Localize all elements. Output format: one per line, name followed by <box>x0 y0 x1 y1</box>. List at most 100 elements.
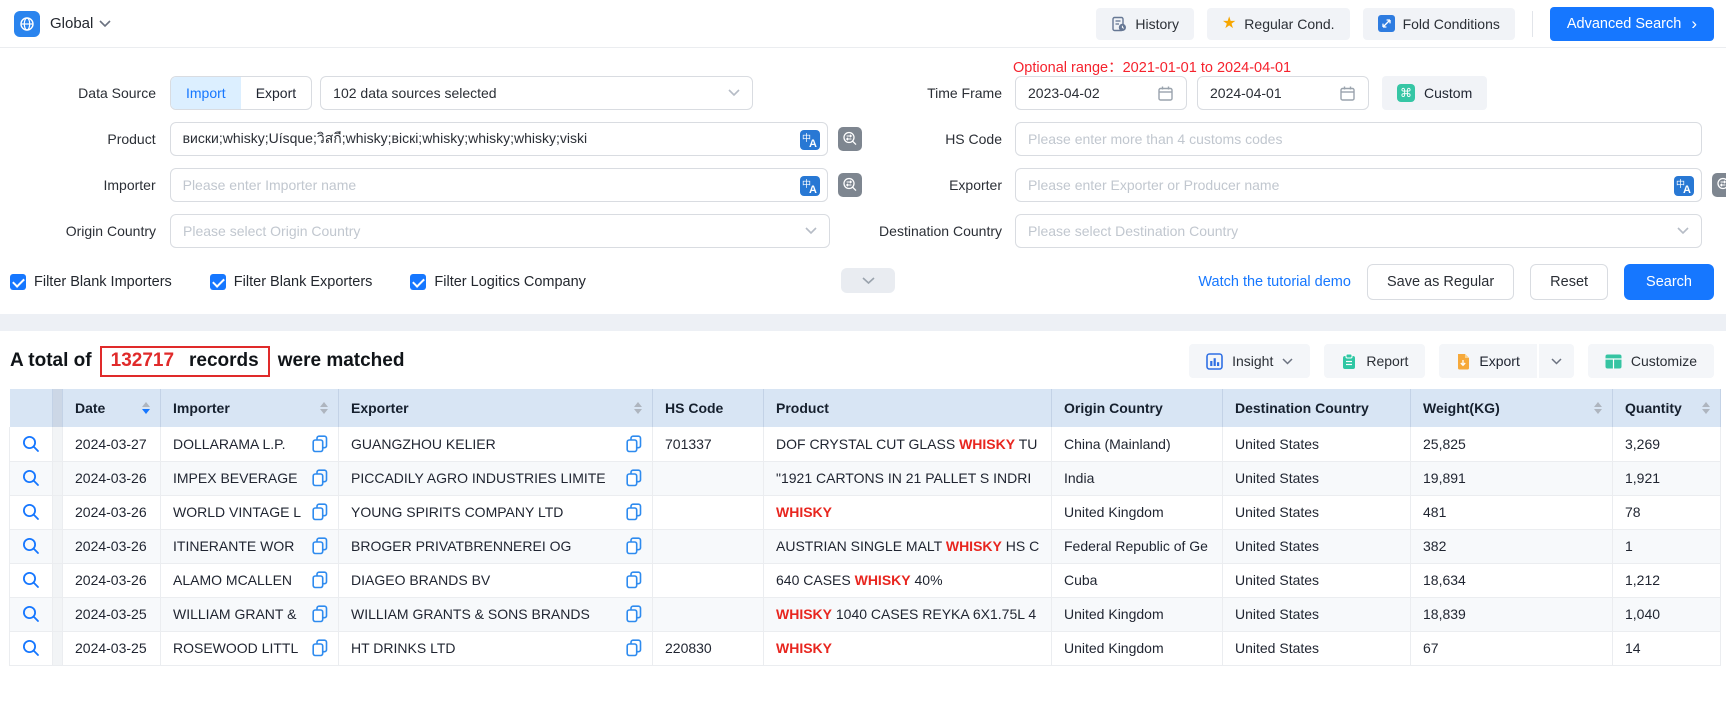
destination-country-select[interactable]: Please select Destination Country <box>1015 214 1702 248</box>
sort-carets[interactable] <box>320 402 328 414</box>
row-detail-icon[interactable] <box>22 435 40 453</box>
save-as-regular-button[interactable]: Save as Regular <box>1367 264 1514 300</box>
header-detail-col <box>10 389 53 427</box>
summary-prefix: A total of <box>10 350 92 372</box>
sort-carets[interactable] <box>1702 402 1710 414</box>
filter-blank-exporters-checkbox[interactable]: Filter Blank Exporters <box>210 274 373 290</box>
translate-icon[interactable]: 中A <box>800 176 820 196</box>
origin-country-cell: Cuba <box>1052 563 1223 597</box>
reset-button[interactable]: Reset <box>1530 264 1608 300</box>
records-word: records <box>189 350 259 372</box>
customize-button[interactable]: Customize <box>1588 344 1714 378</box>
tutorial-demo-link[interactable]: Watch the tutorial demo <box>1198 274 1351 290</box>
copy-icon[interactable] <box>312 435 328 453</box>
regular-cond-label: Regular Cond. <box>1244 16 1334 32</box>
hs-code-cell <box>653 529 764 563</box>
form-actions: Watch the tutorial demo Save as Regular … <box>1198 264 1726 300</box>
product-cell: WHISKY 1040 CASES REYKA 6X1.75L 4 <box>764 597 1052 631</box>
custom-range-button[interactable]: ⌘ Custom <box>1382 76 1487 110</box>
insight-button[interactable]: Insight <box>1189 344 1310 378</box>
copy-icon[interactable] <box>626 639 642 657</box>
search-button[interactable]: Search <box>1624 264 1714 300</box>
export-button[interactable]: Export <box>1439 344 1536 378</box>
importer-input[interactable] <box>183 177 815 193</box>
regular-cond-button[interactable]: ★ Regular Cond. <box>1207 8 1350 40</box>
fixed-col-strip <box>53 631 63 665</box>
copy-icon[interactable] <box>626 503 642 521</box>
report-button[interactable]: Report <box>1324 344 1425 378</box>
sort-carets[interactable] <box>634 402 642 414</box>
globe-icon <box>14 11 40 37</box>
fuzzy-match-icon[interactable] <box>838 127 862 151</box>
date-start-input[interactable]: 2023-04-02 <box>1015 76 1187 110</box>
export-tab[interactable]: Export <box>241 77 311 109</box>
row-detail-icon[interactable] <box>22 639 40 657</box>
fuzzy-match-icon[interactable] <box>1712 173 1726 197</box>
sort-carets[interactable] <box>142 402 150 414</box>
copy-icon[interactable] <box>626 571 642 589</box>
copy-icon[interactable] <box>312 537 328 555</box>
record-count-highlight-box: 132717 records <box>100 346 270 377</box>
history-button[interactable]: History <box>1096 8 1194 40</box>
copy-icon[interactable] <box>312 639 328 657</box>
column-header[interactable]: Date <box>63 389 161 427</box>
customize-icon <box>1605 354 1622 369</box>
hs-code-cell <box>653 495 764 529</box>
region-selector-label[interactable]: Global <box>50 15 93 32</box>
column-header: Destination Country <box>1223 389 1411 427</box>
trade-search-page: Global History ★ Regular Cond. Fold Cond… <box>0 0 1726 726</box>
exporter-cell: WILLIAM GRANTS & SONS BRANDS <box>339 597 653 631</box>
weight-cell: 67 <box>1411 631 1613 665</box>
column-header[interactable]: Quantity <box>1613 389 1721 427</box>
product-input[interactable] <box>183 131 815 147</box>
copy-icon[interactable] <box>312 605 328 623</box>
advanced-search-label: Advanced Search <box>1567 16 1681 32</box>
translate-icon[interactable]: 中A <box>1674 176 1694 196</box>
row-detail-cell <box>10 563 53 597</box>
divider <box>1532 11 1533 37</box>
fold-conditions-button[interactable]: Fold Conditions <box>1363 8 1515 40</box>
filter-blank-importers-checkbox[interactable]: Filter Blank Importers <box>10 274 172 290</box>
copy-icon[interactable] <box>312 503 328 521</box>
chevron-down-icon[interactable] <box>99 20 111 28</box>
advanced-search-button[interactable]: Advanced Search › <box>1550 7 1714 41</box>
calendar-icon <box>1157 85 1174 102</box>
row-detail-icon[interactable] <box>22 605 40 623</box>
translate-icon[interactable]: 中A <box>800 130 820 150</box>
report-label: Report <box>1366 353 1408 369</box>
data-sources-select[interactable]: 102 data sources selected <box>320 76 753 110</box>
export-options-button[interactable] <box>1539 344 1574 378</box>
column-header[interactable]: Exporter <box>339 389 653 427</box>
exporter-input[interactable] <box>1028 177 1689 193</box>
collapse-form-button[interactable] <box>841 268 895 293</box>
copy-icon[interactable] <box>626 537 642 555</box>
copy-icon[interactable] <box>312 571 328 589</box>
row-detail-icon[interactable] <box>22 537 40 555</box>
row-detail-icon[interactable] <box>22 503 40 521</box>
hs-code-cell <box>653 461 764 495</box>
import-tab[interactable]: Import <box>171 77 241 109</box>
copy-icon[interactable] <box>626 605 642 623</box>
copy-icon[interactable] <box>312 469 328 487</box>
row-detail-icon[interactable] <box>22 571 40 589</box>
fuzzy-match-icon[interactable] <box>838 173 862 197</box>
origin-country-select[interactable]: Please select Origin Country <box>170 214 830 248</box>
column-header[interactable]: Weight(KG) <box>1411 389 1613 427</box>
sort-carets[interactable] <box>1594 402 1602 414</box>
copy-icon[interactable] <box>626 469 642 487</box>
hs-code-input[interactable] <box>1028 131 1689 147</box>
origin-country-cell: India <box>1052 461 1223 495</box>
origin-country-cell: Federal Republic of Ge <box>1052 529 1223 563</box>
column-header[interactable]: Importer <box>161 389 339 427</box>
hs-code-label: HS Code <box>862 131 1002 147</box>
section-divider <box>0 314 1726 331</box>
fixed-col-strip <box>53 495 63 529</box>
date-end-input[interactable]: 2024-04-01 <box>1197 76 1369 110</box>
exporter-cell: GUANGZHOU KELIER <box>339 427 653 461</box>
weight-cell: 19,891 <box>1411 461 1613 495</box>
copy-icon[interactable] <box>626 435 642 453</box>
date-cell: 2024-03-25 <box>63 597 161 631</box>
filter-logistics-company-checkbox[interactable]: Filter Logitics Company <box>410 274 586 290</box>
importer-cell: IMPEX BEVERAGE <box>161 461 339 495</box>
row-detail-icon[interactable] <box>22 469 40 487</box>
